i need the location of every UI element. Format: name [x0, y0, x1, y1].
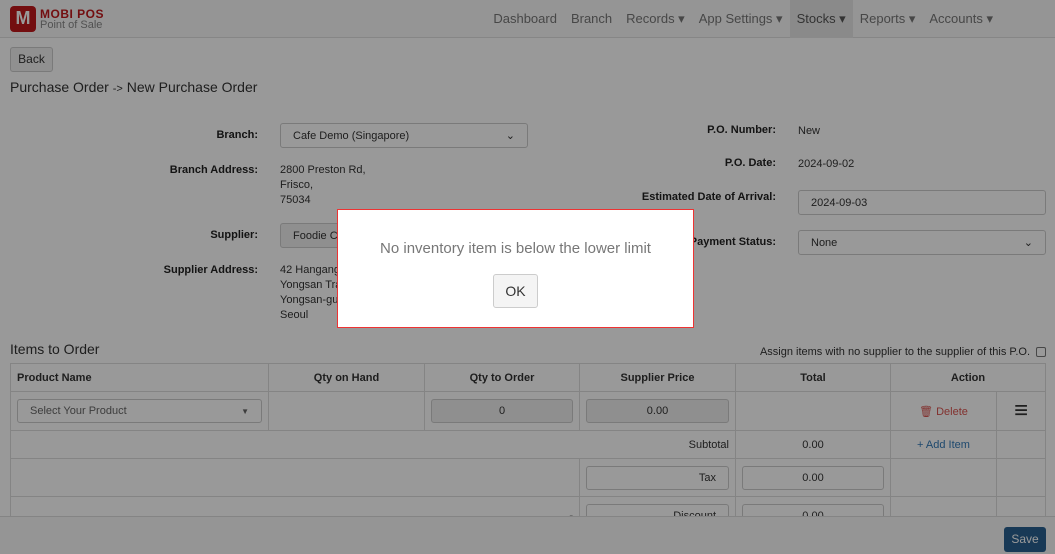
alert-message: No inventory item is below the lower lim…	[380, 240, 651, 257]
ok-button[interactable]: OK	[493, 274, 538, 308]
alert-dialog: No inventory item is below the lower lim…	[337, 209, 694, 328]
